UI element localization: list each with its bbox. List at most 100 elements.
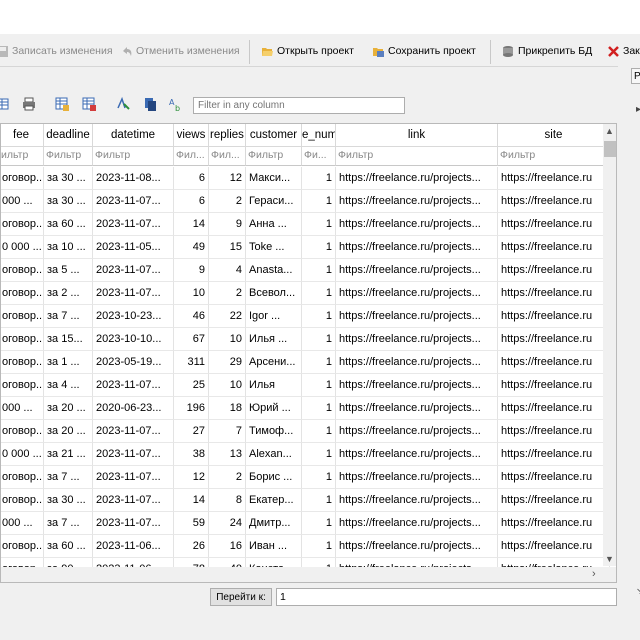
table-cell[interactable]: 2023-11-06... [93,535,174,558]
table-cell[interactable]: Арсени... [246,351,302,374]
column-header[interactable]: datetime [93,124,174,147]
table-cell[interactable]: за 1 ... [44,351,93,374]
column-filter-field[interactable]: Фи... [302,147,336,166]
table-cell[interactable]: Борис ... [246,466,302,489]
table-cell[interactable]: 29 [209,351,246,374]
table-cell[interactable]: 67 [174,328,209,351]
table-cell[interactable]: Илья ... [246,328,302,351]
scroll-up-icon[interactable]: ▲ [605,126,614,136]
table-cell[interactable]: 196 [174,397,209,420]
table-cell[interactable]: https://freelance.ru/projects... [336,259,498,282]
table-cell[interactable]: https://freelance.ru/projects... [336,466,498,489]
table-cell[interactable]: https://freelance.ru [498,466,610,489]
table-cell[interactable]: за 10 ... [44,236,93,259]
table-cell[interactable]: https://freelance.ru [498,213,610,236]
table-cell[interactable]: 1 [302,420,336,443]
table-cell[interactable]: 2023-11-07... [93,466,174,489]
table-cell[interactable]: Тимоф... [246,420,302,443]
table-cell[interactable]: https://freelance.ru/projects... [336,351,498,374]
table-cell[interactable]: 1 [302,236,336,259]
table-cell[interactable]: 8 [209,489,246,512]
table-cell[interactable]: https://freelance.ru/projects... [336,167,498,190]
table-cell[interactable]: 13 [209,443,246,466]
column-filter-field[interactable]: Фильтр [246,147,302,166]
table-cell[interactable]: 000 ... [1,512,44,535]
table-row[interactable]: оговор... за 2 ... 2023-11-07... 10 2 Всевол.… [1,282,610,305]
table-icon[interactable] [0,96,12,112]
table-cell[interactable]: 1 [302,535,336,558]
table-cell[interactable]: 1 [302,305,336,328]
table-cell[interactable]: https://freelance.ru/projects... [336,282,498,305]
table-cell[interactable]: за 30 ... [44,489,93,512]
scroll-down-icon[interactable]: ▼ [605,554,614,564]
table-row[interactable]: 000 ... за 20 ... 2020-06-23... 196 18 Юрий .… [1,397,610,420]
column-filter-field[interactable]: Фильтр [498,147,610,166]
horizontal-scrollbar[interactable] [1,567,616,582]
table-cell[interactable]: 1 [302,512,336,535]
table-cell[interactable]: 1 [302,213,336,236]
table-row[interactable]: 0 000 ... за 10 ... 2023-11-05... 49 15 Toke … [1,236,610,259]
table-cell[interactable]: Анна ... [246,213,302,236]
table-cell[interactable]: за 30 ... [44,190,93,213]
close-db-button[interactable]: Закр [607,42,640,60]
table-cell[interactable]: 1 [302,397,336,420]
table-cell[interactable]: 14 [174,489,209,512]
table-row[interactable]: оговор... за 5 ... 2023-11-07... 9 4 Anasta..… [1,259,610,282]
table-cell[interactable]: 49 [174,236,209,259]
column-header[interactable]: fee [1,124,44,147]
table-cell[interactable]: 000 ... [1,190,44,213]
global-filter-input[interactable] [193,97,405,114]
delete-table-icon[interactable] [81,96,97,112]
table-cell[interactable]: https://freelance.ru [498,236,610,259]
table-cell[interactable]: 9 [174,259,209,282]
table-cell[interactable]: за 2 ... [44,282,93,305]
table-cell[interactable]: 1 [302,443,336,466]
table-cell[interactable]: https://freelance.ru [498,328,610,351]
table-cell[interactable]: 10 [209,374,246,397]
table-cell[interactable]: https://freelance.ru [498,512,610,535]
table-cell[interactable]: https://freelance.ru [498,351,610,374]
table-cell[interactable]: за 20 ... [44,397,93,420]
column-header[interactable]: deadline [44,124,93,147]
column-filter-field[interactable]: Фил... [174,147,209,166]
table-cell[interactable]: Илья [246,374,302,397]
vertical-scrollbar[interactable] [603,124,616,566]
table-cell[interactable]: 2023-10-23... [93,305,174,328]
table-cell[interactable]: 6 [174,190,209,213]
table-row[interactable]: 000 ... за 7 ... 2023-11-07... 59 24 Дмитр...… [1,512,610,535]
table-cell[interactable]: оговор... [1,282,44,305]
table-cell[interactable]: Anasta... [246,259,302,282]
table-cell[interactable]: оговор... [1,535,44,558]
table-cell[interactable]: 2 [209,282,246,305]
table-cell[interactable]: 2023-11-07... [93,190,174,213]
table-cell[interactable]: 7 [209,420,246,443]
table-cell[interactable]: https://freelance.ru [498,420,610,443]
table-cell[interactable]: https://freelance.ru [498,167,610,190]
table-cell[interactable]: https://freelance.ru/projects... [336,213,498,236]
table-cell[interactable]: https://freelance.ru/projects... [336,443,498,466]
table-cell[interactable]: https://freelance.ru [498,282,610,305]
column-header[interactable]: replies [209,124,246,147]
table-row[interactable]: оговор... за 15... 2023-10-10... 67 10 Илья .… [1,328,610,351]
table-cell[interactable]: https://freelance.ru [498,190,610,213]
table-cell[interactable]: https://freelance.ru [498,259,610,282]
table-cell[interactable]: за 7 ... [44,512,93,535]
attach-db-button[interactable]: Прикрепить БД [502,42,592,60]
table-cell[interactable]: 2023-11-07... [93,374,174,397]
table-row[interactable]: оговор... за 60 ... 2023-11-06... 26 16 Иван … [1,535,610,558]
table-cell[interactable]: 1 [302,351,336,374]
table-cell[interactable]: 311 [174,351,209,374]
table-cell[interactable]: 16 [209,535,246,558]
table-cell[interactable]: оговор... [1,351,44,374]
table-cell[interactable]: 2023-11-07... [93,420,174,443]
table-cell[interactable]: Дмитр... [246,512,302,535]
table-cell[interactable]: https://freelance.ru/projects... [336,512,498,535]
column-header[interactable]: customer [246,124,302,147]
table-cell[interactable]: 59 [174,512,209,535]
table-cell[interactable]: 1 [302,328,336,351]
column-header[interactable]: views [174,124,209,147]
table-cell[interactable]: за 60 ... [44,213,93,236]
table-cell[interactable]: 24 [209,512,246,535]
table-cell[interactable]: 10 [209,328,246,351]
table-cell[interactable]: 0 000 ... [1,443,44,466]
